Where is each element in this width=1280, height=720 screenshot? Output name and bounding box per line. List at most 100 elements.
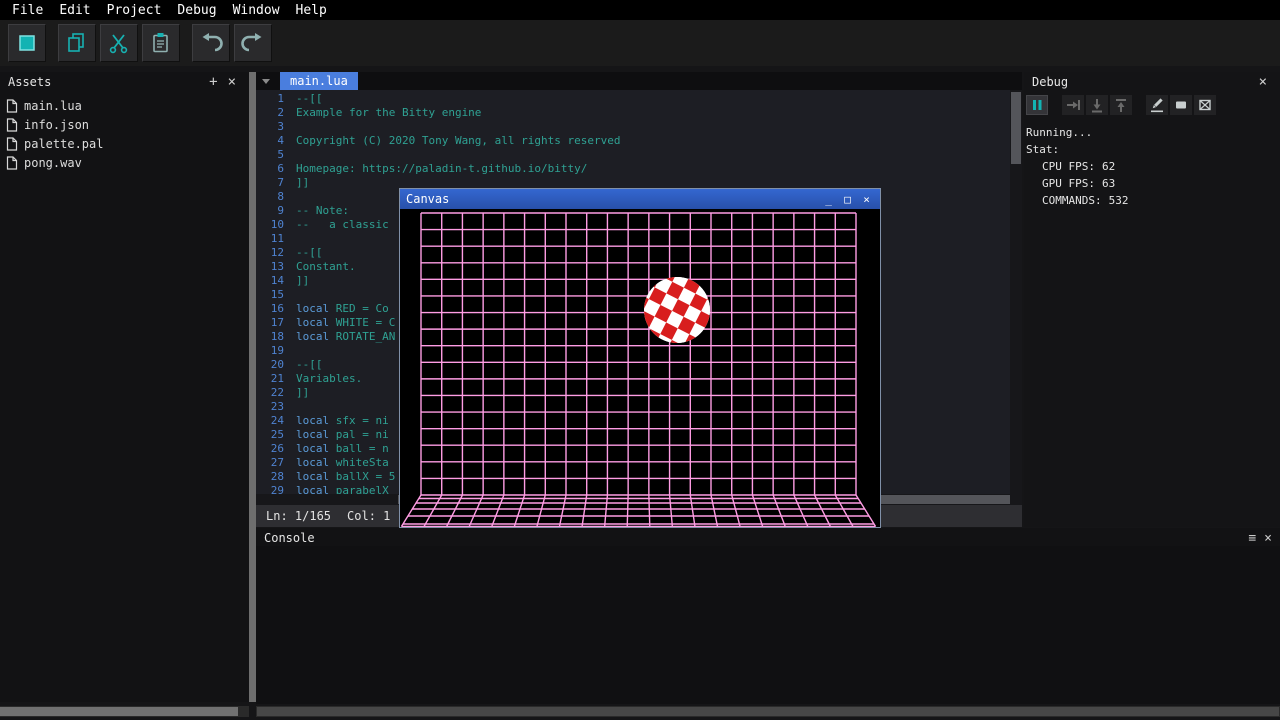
code-text: --[[	[296, 92, 323, 106]
asset-file-item[interactable]: info.json	[0, 115, 249, 134]
assets-title: Assets	[8, 75, 51, 89]
editor-tab-bar: main.lua	[256, 72, 1022, 90]
step-over-button[interactable]	[1062, 95, 1084, 115]
menu-item[interactable]: Edit	[51, 3, 98, 18]
line-number: 10	[256, 218, 284, 232]
hscroll-thumb[interactable]	[257, 707, 1279, 716]
line-number: 25	[256, 428, 284, 442]
line-number: 7	[256, 176, 284, 190]
menu-item[interactable]: Help	[288, 3, 335, 18]
line-number: 23	[256, 400, 284, 414]
code-text: Constant.	[296, 260, 356, 274]
code-text: WHITE = C	[329, 316, 395, 330]
line-number: 20	[256, 358, 284, 372]
line-number: 16	[256, 302, 284, 316]
code-text: pal = ni	[329, 428, 389, 442]
undo-button[interactable]	[192, 24, 230, 62]
paste-button[interactable]	[142, 24, 180, 62]
debug-stat: CPU FPS:62	[1026, 158, 1280, 175]
pause-button[interactable]	[1026, 95, 1048, 115]
line-number: 19	[256, 344, 284, 358]
console-list-icon[interactable]: ≡	[1248, 531, 1256, 546]
run-stop-button[interactable]	[8, 24, 46, 62]
step-out-button[interactable]	[1110, 95, 1132, 115]
editor-vertical-scrollbar[interactable]	[1010, 90, 1022, 505]
code-keyword: local	[296, 428, 329, 442]
line-number: 22	[256, 386, 284, 400]
assets-splitter[interactable]	[249, 72, 256, 702]
asset-file-item[interactable]: pong.wav	[0, 153, 249, 172]
step-out-icon	[1113, 97, 1129, 113]
maximize-button[interactable]: □	[840, 193, 855, 206]
edit-breakpoint-button[interactable]	[1146, 95, 1168, 115]
clear-breakpoints-button[interactable]	[1194, 95, 1216, 115]
code-text: RED = Co	[329, 302, 389, 316]
copy-button[interactable]	[58, 24, 96, 62]
menu-item[interactable]: Project	[99, 3, 170, 18]
pencil-icon	[1149, 97, 1165, 113]
fill-breakpoint-button[interactable]	[1170, 95, 1192, 115]
hscroll-thumb[interactable]	[0, 707, 238, 716]
console-horizontal-scrollbar[interactable]	[256, 706, 1280, 717]
redo-button[interactable]	[234, 24, 272, 62]
stat-value: 63	[1102, 177, 1115, 190]
game-canvas[interactable]	[400, 209, 880, 527]
console-output[interactable]	[256, 546, 1280, 704]
close-button[interactable]: ×	[859, 193, 874, 206]
redo-icon	[241, 31, 265, 55]
asset-file-item[interactable]: palette.pal	[0, 134, 249, 153]
asset-file-name: info.json	[24, 118, 89, 132]
code-keyword: local	[296, 330, 329, 344]
app-window: { "colors": { "accent_teal": "#12b3b3", …	[0, 0, 1280, 720]
code-text: ]]	[296, 176, 309, 190]
line-number: 4	[256, 134, 284, 148]
line-number: 17	[256, 316, 284, 330]
canvas-title-bar[interactable]: Canvas _ □ ×	[400, 189, 880, 209]
line-number: 27	[256, 456, 284, 470]
minimize-button[interactable]: _	[821, 193, 836, 206]
step-into-button[interactable]	[1086, 95, 1108, 115]
code-keyword: local	[296, 470, 329, 484]
asset-file-list: main.lua info.json palette.pal	[0, 92, 249, 172]
console-title: Console	[264, 531, 315, 545]
code-line: 4Copyright (C) 2020 Tony Wang, all right…	[256, 134, 1010, 148]
asset-file-item[interactable]: main.lua	[0, 96, 249, 115]
vscroll-thumb[interactable]	[1011, 92, 1021, 164]
code-text: whiteSta	[329, 456, 389, 470]
asset-file-name: palette.pal	[24, 137, 103, 151]
debug-output: Running... Stat: CPU FPS:62 GPU FPS:63 C…	[1024, 124, 1280, 209]
canvas-window: Canvas _ □ ×	[399, 188, 881, 528]
status-line-info: Ln: 1/165	[266, 509, 331, 523]
code-line: 1--[[	[256, 92, 1010, 106]
code-line: 3	[256, 120, 1010, 134]
line-number: 9	[256, 204, 284, 218]
console-header: Console ≡ ×	[256, 528, 1280, 548]
line-number: 6	[256, 162, 284, 176]
main-toolbar	[0, 20, 1280, 66]
cut-button[interactable]	[100, 24, 138, 62]
menu-item[interactable]: File	[4, 3, 51, 18]
assets-horizontal-scrollbar[interactable]	[0, 706, 249, 717]
code-text: --[[	[296, 246, 323, 260]
stat-label: COMMANDS:	[1042, 194, 1102, 207]
line-number: 11	[256, 232, 284, 246]
code-keyword: local	[296, 414, 329, 428]
menu-item[interactable]: Window	[225, 3, 288, 18]
console-close-button[interactable]: ×	[1264, 531, 1272, 546]
line-number: 26	[256, 442, 284, 456]
debug-stat: COMMANDS: 532	[1026, 192, 1280, 209]
menu-item[interactable]: Debug	[169, 3, 224, 18]
add-asset-button[interactable]: +	[204, 73, 222, 91]
undo-icon	[199, 31, 223, 55]
debug-panel: Debug ×	[1024, 72, 1280, 527]
stat-value: 532	[1109, 194, 1129, 207]
code-keyword: local	[296, 484, 329, 494]
tab-main-lua[interactable]: main.lua	[280, 72, 358, 90]
debug-close-button[interactable]: ×	[1254, 73, 1272, 91]
debug-stat-label: Stat:	[1026, 141, 1280, 158]
assets-panel: Assets + × main.lua	[0, 72, 249, 702]
tab-list-dropdown-icon[interactable]	[262, 79, 270, 84]
debug-stat: GPU FPS:63	[1026, 175, 1280, 192]
assets-close-button[interactable]: ×	[223, 73, 241, 91]
code-keyword: local	[296, 456, 329, 470]
